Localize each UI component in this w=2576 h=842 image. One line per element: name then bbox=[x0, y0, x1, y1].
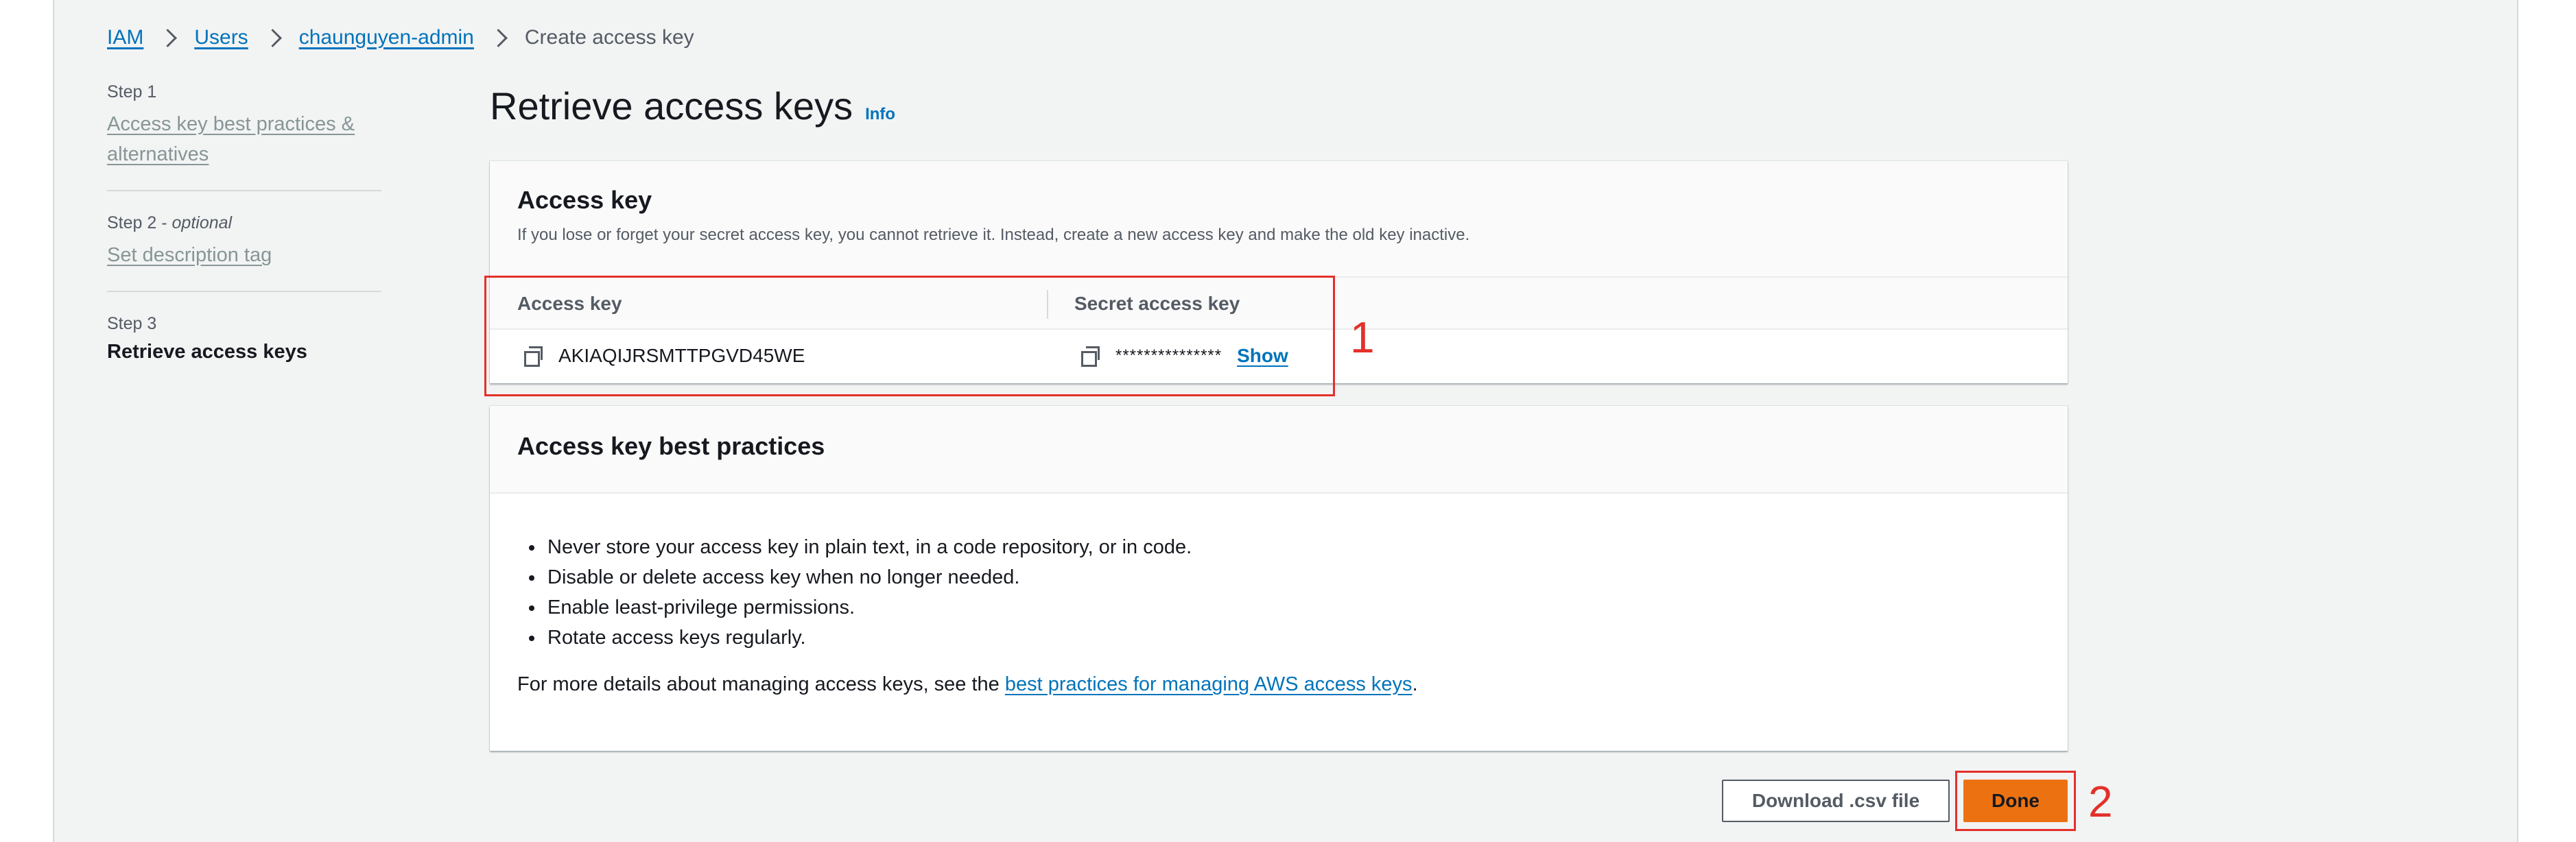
wizard-step-1: Step 1 Access key best practices & alter… bbox=[107, 82, 381, 190]
chevron-right-icon bbox=[153, 27, 185, 48]
list-item: Enable least-privilege permissions. bbox=[545, 592, 2040, 623]
step-2-number: Step 2 - bbox=[107, 213, 167, 232]
list-item: Never store your access key in plain tex… bbox=[545, 532, 2040, 562]
page-header: Retrieve access keys Info bbox=[490, 84, 895, 128]
step-divider bbox=[107, 190, 381, 191]
list-item: Rotate access keys regularly. bbox=[545, 623, 2040, 653]
best-practices-link[interactable]: best practices for managing AWS access k… bbox=[1005, 673, 1413, 695]
footer-suffix: . bbox=[1412, 673, 1418, 695]
step-2-label: Step 2 - optional bbox=[107, 213, 381, 233]
footer-prefix: For more details about managing access k… bbox=[517, 673, 1005, 695]
breadcrumb-current: Create access key bbox=[524, 26, 694, 49]
step-1-label: Step 1 bbox=[107, 82, 157, 101]
best-practices-footer: For more details about managing access k… bbox=[517, 673, 2040, 696]
info-link[interactable]: Info bbox=[865, 105, 895, 124]
access-key-panel-title: Access key bbox=[517, 186, 652, 214]
step-2-link[interactable]: Set description tag bbox=[107, 244, 272, 266]
page-title: Retrieve access keys bbox=[490, 84, 853, 128]
breadcrumb-users-link[interactable]: Users bbox=[194, 26, 248, 49]
step-3-current: Retrieve access keys bbox=[107, 341, 307, 363]
breadcrumb-iam-link[interactable]: IAM bbox=[107, 26, 143, 49]
breadcrumb: IAM Users chaunguyen-admin Create access… bbox=[107, 26, 694, 49]
breadcrumb-user-link[interactable]: chaunguyen-admin bbox=[299, 26, 474, 49]
annotation-number-1: 1 bbox=[1350, 313, 1375, 362]
step-divider bbox=[107, 291, 381, 292]
wizard-step-3: Step 3 Retrieve access keys bbox=[107, 314, 381, 384]
list-item: Disable or delete access key when no lon… bbox=[545, 562, 2040, 592]
best-practices-header: Access key best practices bbox=[490, 406, 2068, 494]
access-key-panel-description: If you lose or forget your secret access… bbox=[517, 226, 1470, 244]
best-practices-list: Never store your access key in plain tex… bbox=[517, 532, 2040, 653]
annotation-number-2: 2 bbox=[2088, 777, 2113, 826]
step-1-link[interactable]: Access key best practices & alternatives bbox=[107, 113, 355, 165]
annotation-box-1 bbox=[484, 276, 1335, 396]
annotation-box-2 bbox=[1955, 771, 2076, 831]
best-practices-title: Access key best practices bbox=[517, 432, 825, 460]
step-3-label: Step 3 bbox=[107, 314, 157, 333]
chevron-right-icon bbox=[258, 27, 289, 48]
wizard-step-2: Step 2 - optional Set description tag bbox=[107, 213, 381, 291]
access-key-panel-header: Access key If you lose or forget your se… bbox=[490, 161, 2068, 276]
download-csv-button[interactable]: Download .csv file bbox=[1722, 780, 1950, 822]
best-practices-body: Never store your access key in plain tex… bbox=[490, 494, 2068, 723]
best-practices-panel: Access key best practices Never store yo… bbox=[490, 406, 2068, 751]
chevron-right-icon bbox=[484, 27, 515, 48]
step-2-optional: optional bbox=[172, 213, 233, 232]
wizard-steps-nav: Step 1 Access key best practices & alter… bbox=[107, 82, 381, 384]
